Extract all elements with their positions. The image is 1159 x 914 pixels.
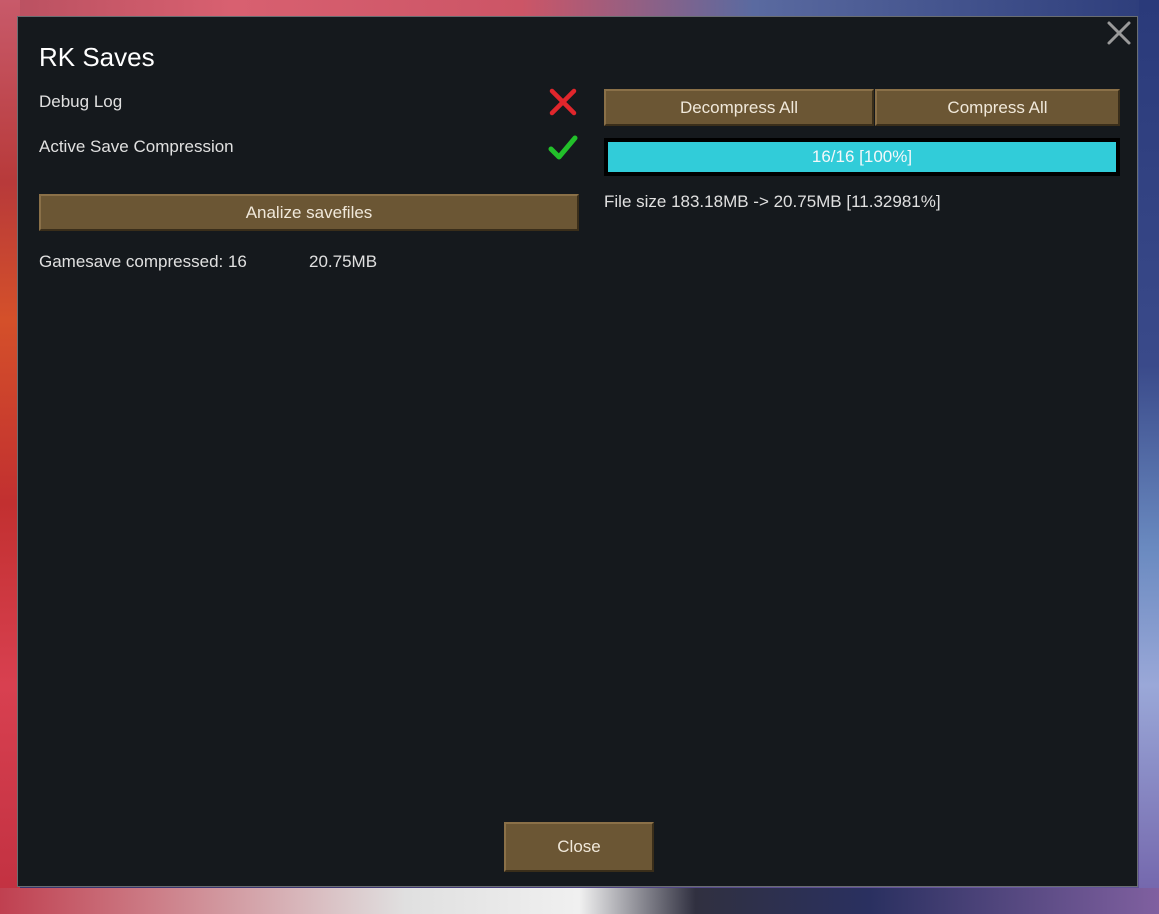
background-art-right (1139, 0, 1159, 914)
background-art-bottom (0, 888, 1159, 914)
debug-log-label: Debug Log (39, 92, 123, 111)
gamesave-compressed-size: 20.75MB (309, 252, 378, 271)
close-icon[interactable] (1105, 19, 1133, 47)
dialog-title: RK Saves (39, 42, 155, 72)
progress-text: 16/16 [100%] (811, 147, 913, 166)
active-save-compression-label: Active Save Compression (39, 137, 234, 156)
analize-savefiles-button[interactable]: Analize savefiles (39, 194, 579, 231)
decompress-all-button[interactable]: Decompress All (604, 89, 874, 126)
close-button[interactable]: Close (504, 822, 654, 872)
cross-icon[interactable] (548, 87, 578, 117)
checkmark-icon[interactable] (548, 133, 578, 163)
compression-progress-bar: 16/16 [100%] (604, 138, 1120, 176)
compress-all-button[interactable]: Compress All (875, 89, 1120, 126)
file-size-summary: File size 183.18MB -> 20.75MB [11.32981%… (604, 192, 941, 211)
gamesave-compressed-label: Gamesave compressed: 16 (39, 252, 247, 271)
rk-saves-dialog: RK Saves Debug Log Active Save Compressi… (17, 16, 1138, 887)
